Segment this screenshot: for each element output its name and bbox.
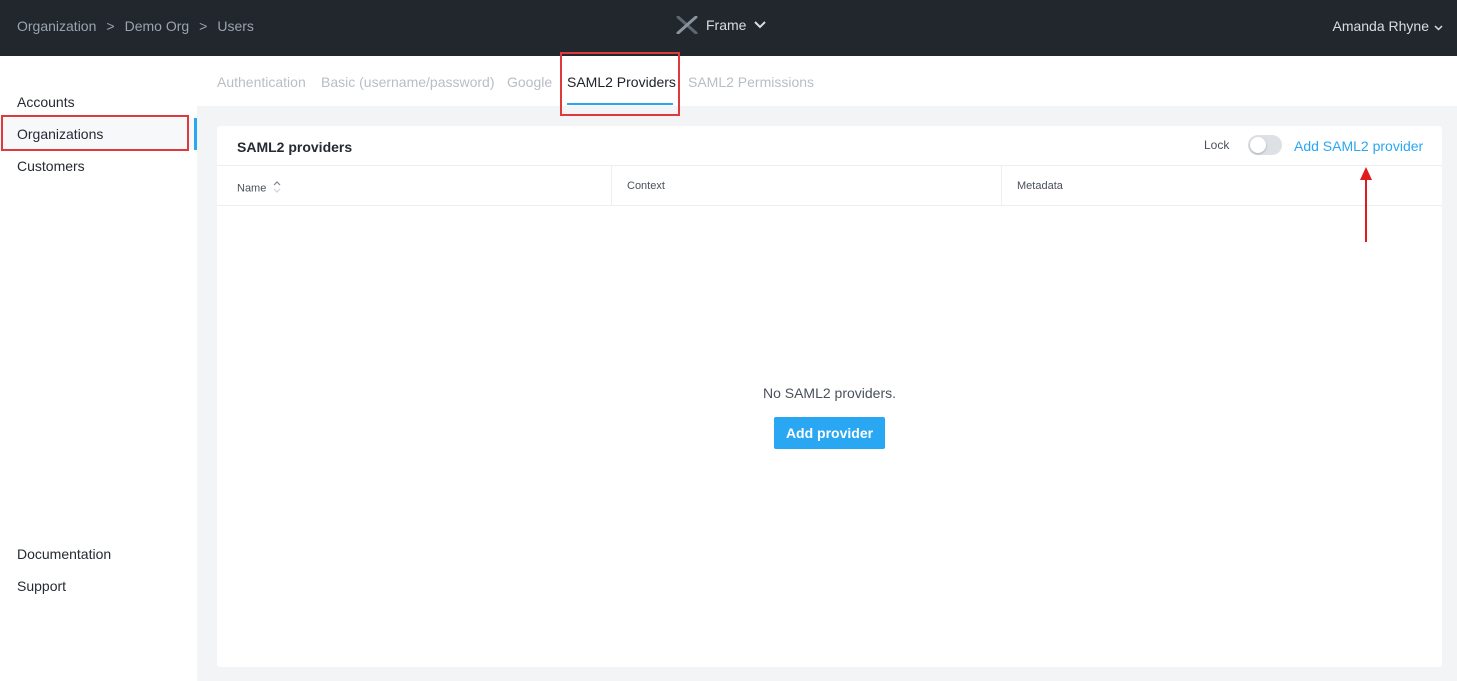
column-divider [611, 166, 612, 206]
sidebar: Accounts Organizations Customers Documen… [0, 56, 197, 681]
column-header-metadata: Metadata [1017, 180, 1063, 192]
top-navigation-bar: Organization > Demo Org > Users Frame Am… [0, 0, 1457, 56]
breadcrumb-separator: > [199, 18, 208, 34]
breadcrumb-organization[interactable]: Organization [17, 18, 96, 34]
column-divider [1001, 166, 1002, 206]
chevron-down-icon [1434, 18, 1443, 34]
lock-label: Lock [1204, 138, 1230, 152]
user-name: Amanda Rhyne [1332, 18, 1429, 34]
breadcrumb: Organization > Demo Org > Users [17, 18, 254, 34]
tab-basic[interactable]: Basic (username/password) [321, 74, 495, 90]
main-content: Authentication Basic (username/password)… [197, 52, 1457, 681]
sidebar-item-customers[interactable]: Customers [17, 158, 85, 174]
brand-label: Frame [706, 17, 747, 33]
frame-brand-menu[interactable]: Frame [676, 16, 767, 34]
annotation-arrow-icon [1357, 166, 1375, 249]
breadcrumb-separator: > [106, 18, 115, 34]
table-header: Name Context Metadata [217, 165, 1442, 206]
panel-title: SAML2 providers [237, 139, 353, 155]
frame-logo-icon [676, 16, 698, 34]
column-header-name[interactable]: Name [237, 166, 281, 206]
sidebar-item-accounts[interactable]: Accounts [17, 94, 75, 110]
highlight-box-organizations [1, 115, 189, 151]
tab-bar: Authentication Basic (username/password)… [197, 52, 1457, 116]
highlight-box-saml2-tab [560, 52, 680, 116]
sidebar-item-documentation[interactable]: Documentation [17, 546, 111, 562]
sort-icon[interactable] [273, 180, 281, 197]
column-header-context: Context [627, 180, 665, 192]
tab-authentication[interactable]: Authentication [217, 74, 306, 90]
add-provider-button[interactable]: Add provider [774, 417, 885, 449]
tab-google[interactable]: Google [507, 74, 552, 90]
toggle-knob [1250, 137, 1266, 153]
user-menu[interactable]: Amanda Rhyne [1332, 18, 1443, 34]
breadcrumb-users[interactable]: Users [217, 18, 254, 34]
lock-toggle[interactable] [1248, 135, 1282, 155]
empty-state-message: No SAML2 providers. [762, 385, 897, 401]
column-header-label: Name [237, 182, 267, 195]
add-saml2-provider-link[interactable]: Add SAML2 provider [1294, 138, 1423, 154]
chevron-down-icon [754, 21, 767, 29]
breadcrumb-demo-org[interactable]: Demo Org [125, 18, 190, 34]
sidebar-item-support[interactable]: Support [17, 578, 66, 594]
saml2-providers-panel: SAML2 providers Lock Add SAML2 provider … [217, 126, 1442, 667]
tab-saml2-permissions[interactable]: SAML2 Permissions [688, 74, 814, 90]
